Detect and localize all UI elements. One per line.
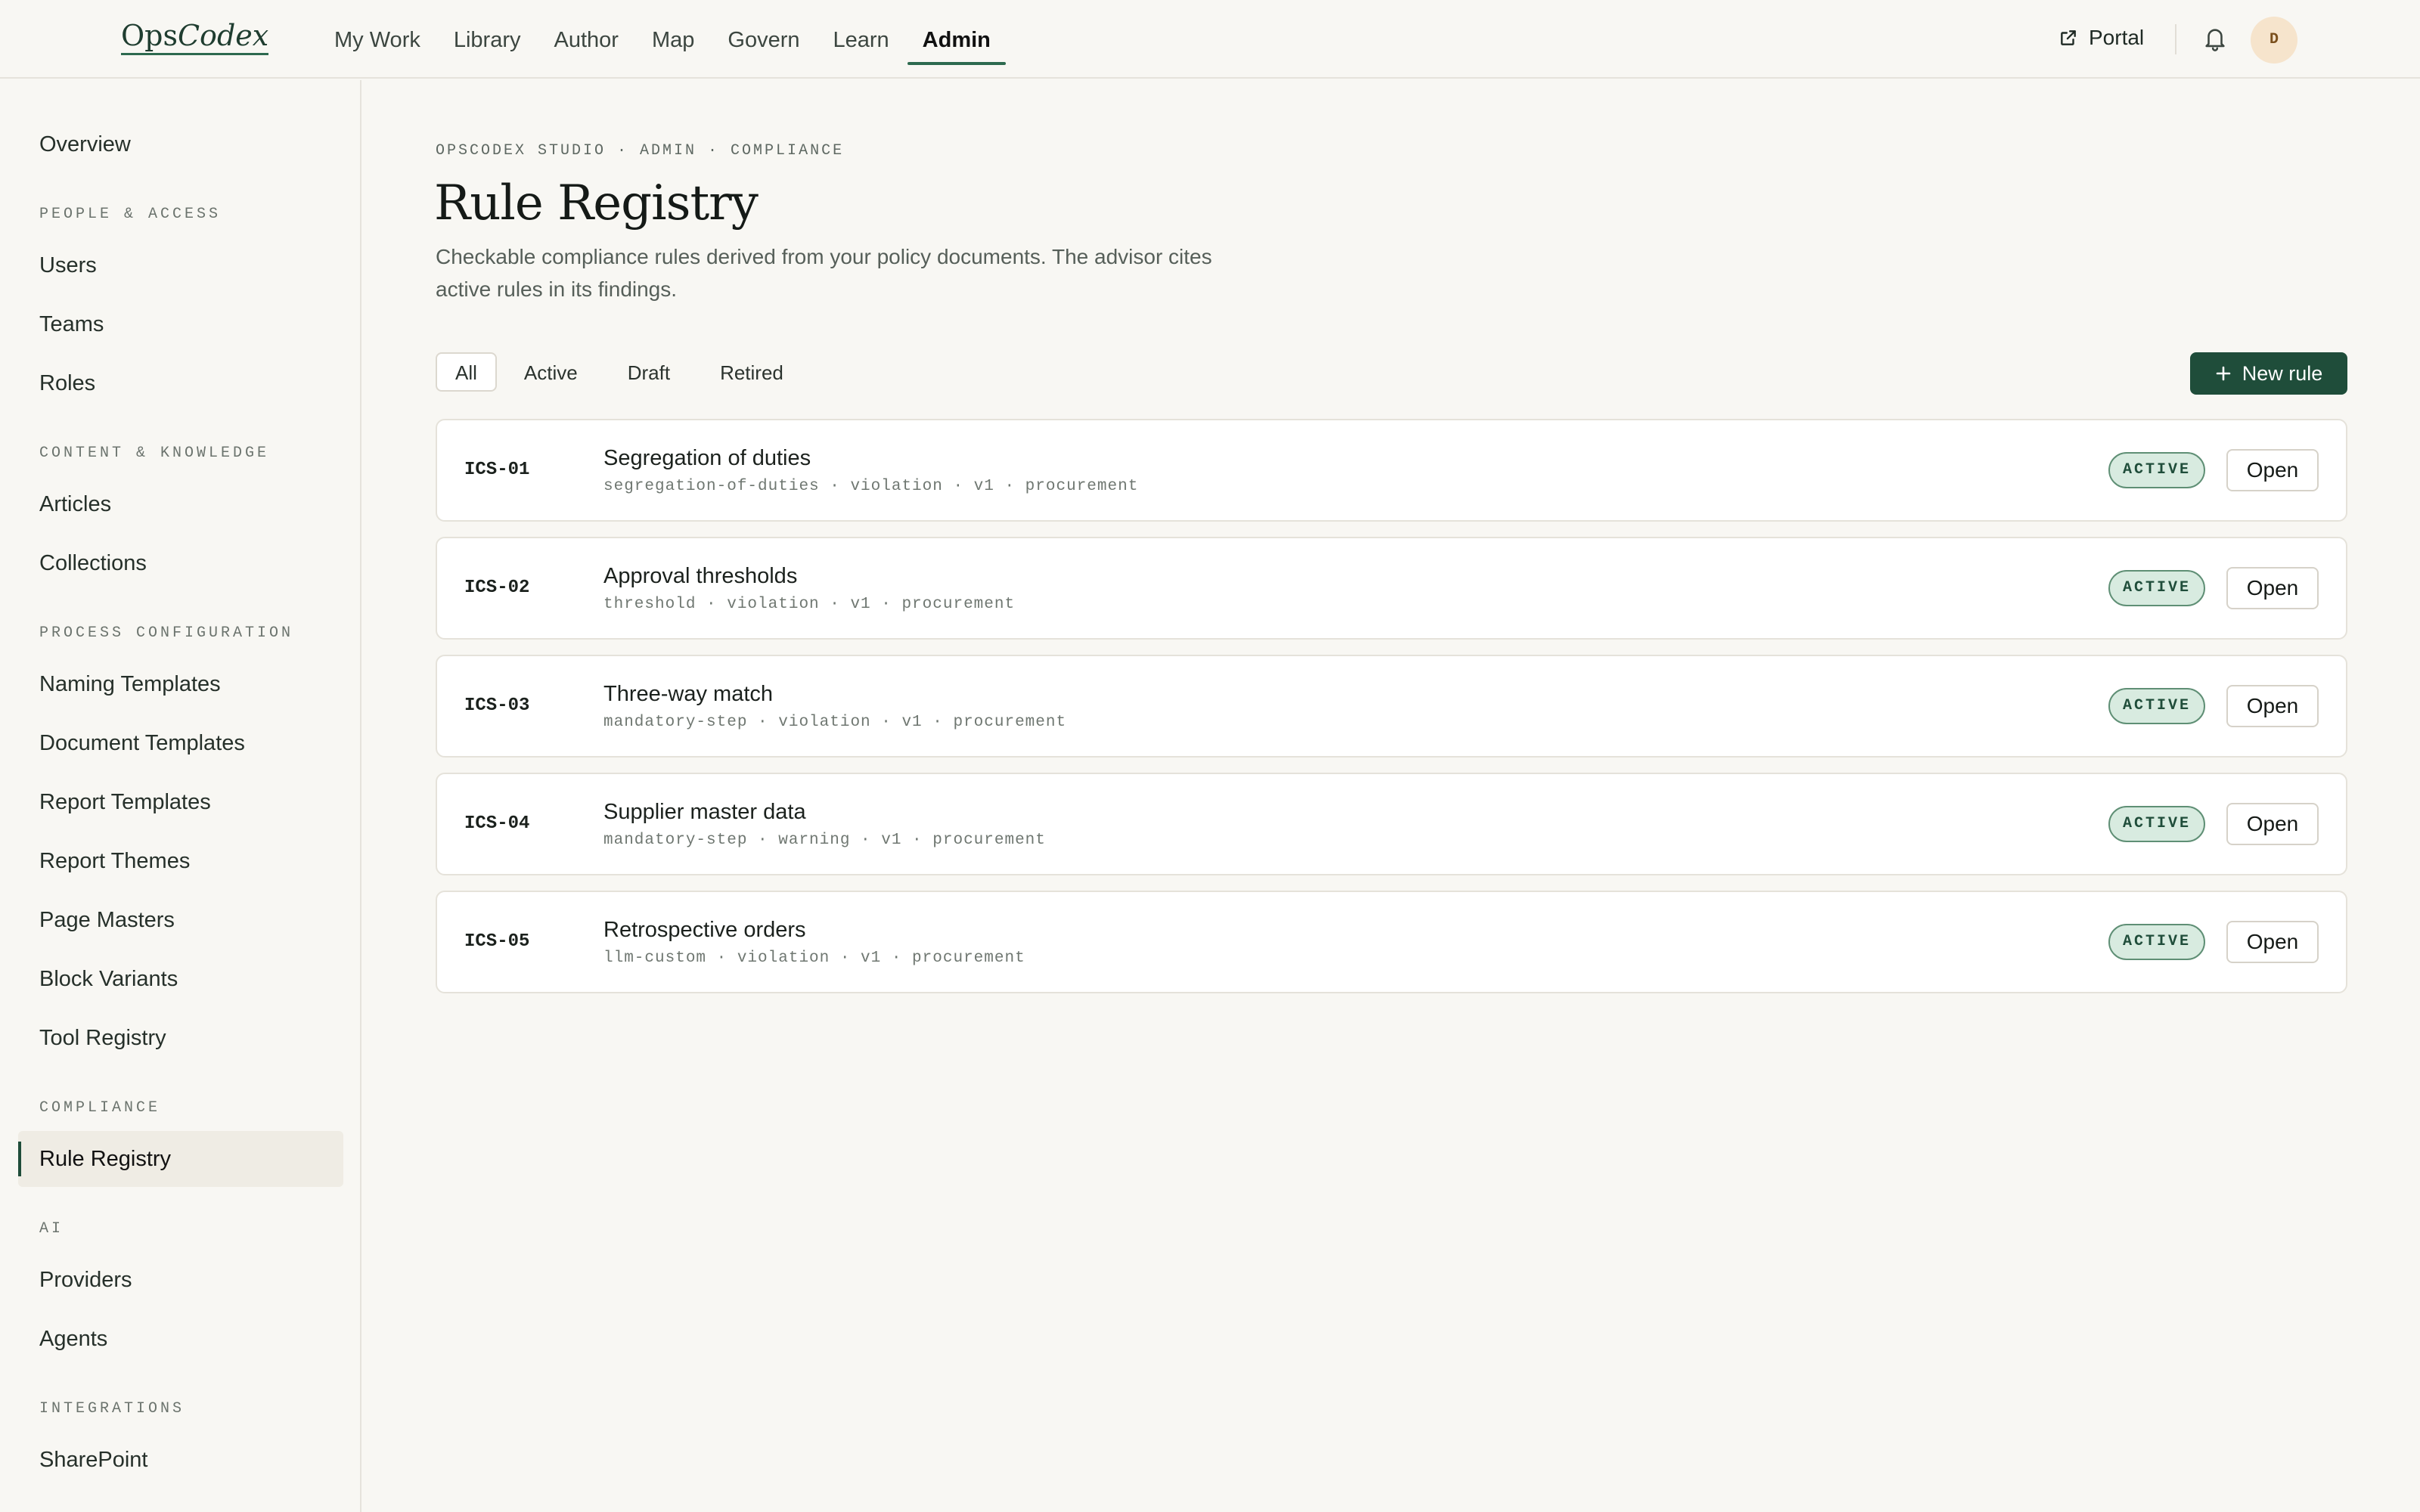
rule-meta: mandatory-step · violation · v1 · procur… (603, 714, 1067, 731)
status-badge: ACTIVE (2108, 924, 2205, 960)
rule-row[interactable]: ICS-04 Supplier master data mandatory-st… (436, 773, 2347, 875)
sidebar-item-agents[interactable]: Agents (18, 1311, 343, 1367)
new-rule-label: New rule (2242, 361, 2323, 385)
sidebar-item-collections[interactable]: Collections (18, 535, 343, 591)
admin-sidebar: Overview PEOPLE & ACCESS Users Teams Rol… (0, 80, 361, 1512)
open-rule-button[interactable]: Open (2226, 921, 2319, 963)
rule-name: Segregation of duties (603, 446, 811, 470)
rule-name: Approval thresholds (603, 564, 798, 588)
bell-icon (2205, 29, 2225, 51)
sidebar-section-people: PEOPLE & ACCESS (39, 206, 222, 223)
sidebar-section-process: PROCESS CONFIGURATION (39, 624, 294, 642)
status-badge: ACTIVE (2108, 806, 2205, 842)
sidebar-item-roles[interactable]: Roles (18, 355, 343, 411)
sidebar-section-content: CONTENT & KNOWLEDGE (39, 445, 270, 462)
sidebar-item-teams[interactable]: Teams (18, 296, 343, 352)
nav-admin[interactable]: Admin (906, 0, 1007, 65)
sidebar-item-report-templates[interactable]: Report Templates (18, 774, 343, 830)
rule-meta: threshold · violation · v1 · procurement (603, 596, 1016, 613)
nav-map[interactable]: Map (635, 0, 711, 65)
sidebar-item-naming-templates[interactable]: Naming Templates (18, 656, 343, 712)
sidebar-item-block-variants[interactable]: Block Variants (18, 951, 343, 1007)
rule-row[interactable]: ICS-02 Approval thresholds threshold · v… (436, 537, 2347, 640)
open-rule-button[interactable]: Open (2226, 803, 2319, 845)
open-rule-button[interactable]: Open (2226, 449, 2319, 491)
rule-name: Three-way match (603, 682, 774, 706)
sidebar-item-document-templates[interactable]: Document Templates (18, 715, 343, 771)
sidebar-item-articles[interactable]: Articles (18, 476, 343, 532)
status-badge: ACTIVE (2108, 452, 2205, 488)
page-subtitle: Checkable compliance rules derived from … (436, 245, 1212, 301)
portal-link[interactable]: Portal (2059, 26, 2144, 50)
sidebar-item-overview[interactable]: Overview (18, 116, 343, 172)
status-badge: ACTIVE (2108, 688, 2205, 724)
rule-name: Retrospective orders (603, 918, 806, 942)
opscodex-logo[interactable]: OpsCodex (121, 19, 269, 55)
nav-learn[interactable]: Learn (817, 0, 906, 65)
logo-text-codex: Codex (177, 19, 269, 52)
user-avatar[interactable]: D (2251, 17, 2297, 64)
sidebar-item-rule-registry[interactable]: Rule Registry (18, 1131, 343, 1187)
external-link-icon (2061, 30, 2076, 45)
status-filter-tabs: All Active Draft Retired (436, 352, 806, 392)
status-badge: ACTIVE (2108, 570, 2205, 606)
rule-id: ICS-01 (464, 460, 530, 480)
rule-meta: mandatory-step · warning · v1 · procurem… (603, 832, 1046, 849)
rule-meta: segregation-of-duties · violation · v1 ·… (603, 478, 1139, 495)
filter-active[interactable]: Active (501, 352, 600, 392)
open-rule-button[interactable]: Open (2226, 567, 2319, 609)
top-bar: OpsCodex My Work Library Author Map Gove… (0, 0, 2420, 79)
sidebar-item-sharepoint[interactable]: SharePoint (18, 1432, 343, 1488)
portal-label: Portal (2089, 26, 2145, 49)
open-rule-button[interactable]: Open (2226, 685, 2319, 727)
sidebar-item-report-themes[interactable]: Report Themes (18, 833, 343, 889)
notifications-button[interactable] (2202, 24, 2228, 53)
rule-id: ICS-02 (464, 578, 530, 598)
sidebar-item-tool-registry[interactable]: Tool Registry (18, 1010, 343, 1066)
header-divider (2175, 24, 2176, 54)
filter-all[interactable]: All (436, 352, 497, 392)
plus-icon (2216, 366, 2231, 381)
sidebar-item-page-masters[interactable]: Page Masters (18, 892, 343, 948)
rule-id: ICS-04 (464, 813, 530, 834)
rule-id: ICS-03 (464, 696, 530, 716)
nav-govern[interactable]: Govern (711, 0, 816, 65)
rule-meta: llm-custom · violation · v1 · procuremen… (603, 950, 1025, 967)
sidebar-section-ai: AI (39, 1220, 64, 1238)
sidebar-item-providers[interactable]: Providers (18, 1252, 343, 1308)
nav-author[interactable]: Author (538, 0, 635, 65)
nav-library[interactable]: Library (437, 0, 538, 65)
filter-retired[interactable]: Retired (697, 352, 806, 392)
main-nav: My Work Library Author Map Govern Learn … (318, 0, 1007, 79)
logo-text-ops: Ops (121, 19, 178, 52)
rule-row[interactable]: ICS-05 Retrospective orders llm-custom ·… (436, 891, 2347, 993)
rule-row[interactable]: ICS-01 Segregation of duties segregation… (436, 419, 2347, 522)
new-rule-button[interactable]: New rule (2190, 352, 2347, 395)
sidebar-section-compliance: COMPLIANCE (39, 1099, 161, 1117)
rule-id: ICS-05 (464, 931, 530, 952)
filter-draft[interactable]: Draft (605, 352, 693, 392)
page-title: Rule Registry (434, 175, 759, 231)
rule-name: Supplier master data (603, 800, 806, 824)
rule-row[interactable]: ICS-03 Three-way match mandatory-step · … (436, 655, 2347, 758)
sidebar-section-integrations: INTEGRATIONS (39, 1400, 185, 1418)
nav-my-work[interactable]: My Work (318, 0, 437, 65)
breadcrumb: OPSCODEX STUDIO · ADMIN · COMPLIANCE (436, 142, 845, 160)
sidebar-item-users[interactable]: Users (18, 237, 343, 293)
